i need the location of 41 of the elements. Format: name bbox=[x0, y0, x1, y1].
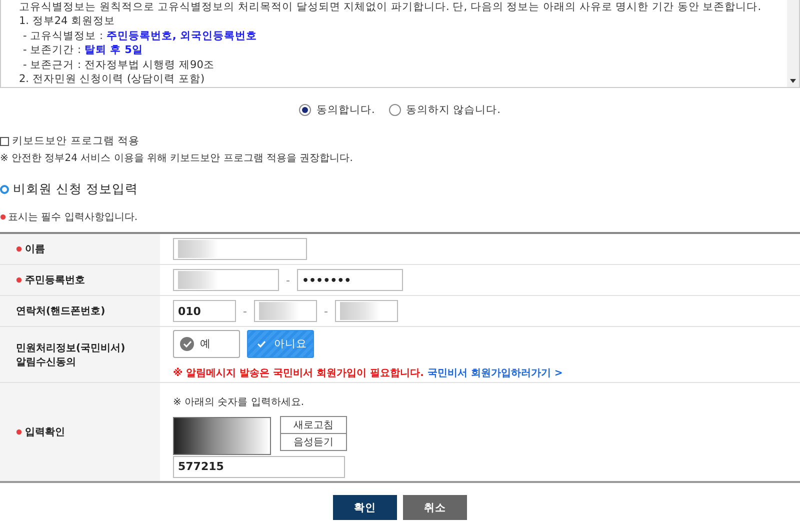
input-field[interactable] bbox=[334, 300, 398, 322]
notice-line: 2. 전자민원 신청이력 (상담이력 포함) bbox=[19, 72, 206, 86]
input-field[interactable]: 010 bbox=[173, 300, 236, 322]
consent-radio[interactable]: 동의합니다. bbox=[299, 103, 375, 117]
instruction-text: ※ 아래의 숫자를 입력하세요. bbox=[173, 396, 306, 408]
ring-bullet-icon bbox=[0, 185, 9, 194]
notice-line: - 보존기간 : 탈퇴 후 5일 bbox=[22, 43, 144, 58]
scrollbar[interactable] bbox=[787, 0, 799, 87]
input-field[interactable]: ••••••• bbox=[296, 269, 403, 291]
warning-text: ※ 알림메시지 발송은 국민비서 회원가입이 필요합니다. 국민비서 회원가입하러가기 > bbox=[173, 366, 564, 380]
consent-radio[interactable]: 동의하지 않습니다. bbox=[388, 103, 501, 117]
captcha-button[interactable]: 음성듣기 bbox=[280, 432, 347, 450]
separator-text: - bbox=[286, 274, 290, 286]
field-label: 민원처리정보(국민비서) 알림수신동의 bbox=[16, 342, 126, 368]
input-field[interactable] bbox=[254, 300, 317, 322]
separator-text: - bbox=[324, 304, 328, 318]
input-field[interactable] bbox=[173, 238, 307, 260]
action-button[interactable]: 취소 bbox=[403, 495, 467, 520]
section-title: 비회원 신청 정보입력 bbox=[13, 181, 138, 198]
captcha-button[interactable]: 새로고침 bbox=[280, 416, 347, 434]
notice-line: 1. 정부24 회원정보 bbox=[19, 14, 116, 29]
field-label: 연락처(핸드폰번호) bbox=[16, 305, 106, 318]
field-label: 주민등록번호 bbox=[25, 274, 85, 287]
checkbox-label: 키보드보안 프로그램 적용 bbox=[12, 134, 140, 148]
field-label: 입력확인 bbox=[25, 426, 65, 439]
field-label: 이름 bbox=[25, 243, 45, 256]
signup-link[interactable]: 국민비서 회원가입하러가기 > bbox=[427, 368, 563, 378]
choice-button[interactable]: 예 bbox=[173, 330, 240, 358]
action-button[interactable]: 확인 bbox=[333, 495, 397, 520]
note-text: ※ 안전한 정부24 서비스 이용을 위해 키보드보안 프로그램 적용을 권장합니다. bbox=[0, 152, 354, 165]
notice-line: - 고유식별정보 : 주민등록번호, 외국인등록번호 bbox=[22, 28, 258, 44]
required-note: 표시는 필수 입력사항입니다. bbox=[8, 211, 138, 224]
notice-line: 고유식별정보는 원칙적으로 고유식별정보의 처리목적이 달성되면 지체없이 파기합니다. 단, 다음의 정보는 아래의 사유로 명시한 기간 동안 보존합니다. bbox=[19, 0, 762, 14]
scroll-down-icon[interactable] bbox=[790, 79, 796, 83]
notice-line: - 보존근거 : 전자정부법 시행령 제90조 bbox=[22, 58, 216, 72]
separator-text: - bbox=[243, 304, 247, 318]
required-asterisk-icon bbox=[0, 214, 6, 220]
checkbox[interactable] bbox=[0, 136, 9, 146]
check-icon bbox=[180, 336, 194, 350]
input-field[interactable]: 577215 bbox=[173, 456, 345, 478]
input-field[interactable] bbox=[173, 269, 279, 291]
